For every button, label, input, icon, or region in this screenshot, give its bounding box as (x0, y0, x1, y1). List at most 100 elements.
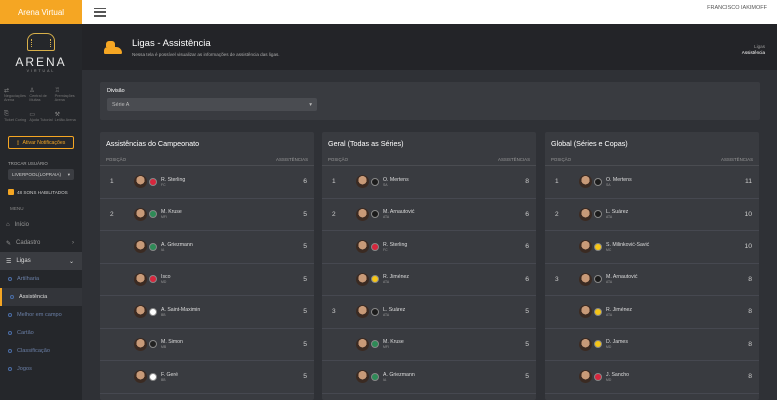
player-name: S. Milinković-Savić (606, 241, 650, 248)
top-bar: Arena Virtual FRANCISCO IAKIMOFF (0, 0, 777, 24)
player-cell: A. Griezmann IA (134, 240, 303, 254)
club-badge-icon (594, 340, 602, 349)
player-photo (579, 337, 592, 351)
user-select[interactable]: LIVERPOOL(LOPRAIA) ▾ (8, 169, 74, 180)
quick-link-ajuda[interactable]: ▭ Ajuda Tutorial (29, 106, 52, 126)
row-position: 1 (332, 178, 336, 186)
player-name: R. Sterling (161, 176, 186, 183)
player-cell: R. Jiménez ATA (579, 305, 748, 319)
table-row[interactable]: A. Griezmann IA 5 (100, 231, 314, 264)
division-filter: Divisão Série A ▾ (100, 82, 760, 120)
quick-link-premiacoes[interactable]: ♖ Premiações Arena (55, 84, 78, 104)
table-row[interactable]: M. Kruse MFI 5 (322, 329, 536, 361)
table-row[interactable]: 3 M. Arnautović ATA 8 (545, 264, 759, 296)
ticket-icon: ⎘ (4, 110, 9, 117)
player-position: IA (161, 247, 165, 252)
card-global: Global (Séries e Copas) POSIÇÃO ASSISTÊN… (545, 132, 759, 400)
table-row[interactable]: M. Simon MB 5 (100, 329, 314, 361)
club-badge-icon (371, 275, 379, 284)
menu-toggle-icon[interactable] (94, 7, 106, 17)
player-cell: R. Jiménez ATA (356, 272, 525, 286)
sounds-toggle[interactable]: 48 SONS HABILITADOS (8, 189, 74, 195)
coliseum-icon (27, 33, 55, 51)
player-name: R. Jiménez (606, 306, 632, 313)
table-row[interactable]: J. Sancho MD 8 (545, 361, 759, 394)
player-cell: R. Sterling FC (134, 175, 303, 189)
column-position: POSIÇÃO (551, 157, 572, 162)
player-cell: M. Arnautović ATA (356, 207, 525, 221)
brand-title[interactable]: Arena Virtual (0, 0, 82, 24)
assists-value: 6 (525, 243, 529, 251)
table-row[interactable]: 1 O. Mertens SA 8 (322, 166, 536, 199)
sidebar-item-cadastro[interactable]: ✎ Cadastro › (0, 234, 82, 252)
player-position: MFI (383, 345, 389, 350)
submenu-artilharia[interactable]: Artilharia (0, 270, 82, 288)
switch-user-label: TROCAR USUÁRIO (8, 161, 48, 166)
list-icon: ☰ (6, 258, 12, 265)
table-row[interactable]: 2 L. Suárez ATA 10 (545, 199, 759, 231)
division-select[interactable]: Série A ▾ (107, 98, 317, 111)
column-position: POSIÇÃO (328, 157, 349, 162)
club-badge-icon (149, 275, 157, 284)
menu-label: MENU (10, 206, 24, 211)
logo-subtext: VIRTUAL (26, 69, 56, 73)
player-cell: A. Saint-Maximin BB (134, 305, 303, 319)
checkbox-icon (8, 189, 14, 195)
sidebar-item-inicio[interactable]: ⌂ Início (0, 216, 82, 234)
submenu-assistencia[interactable]: Assistência (0, 288, 82, 306)
quick-link-leilao[interactable]: ⚒ Leilão Arena (55, 106, 78, 126)
chevron-down-icon: ▾ (67, 171, 70, 177)
table-row[interactable]: R. Jiménez ATA 6 (322, 264, 536, 296)
table-row[interactable]: Isco MD 5 (100, 264, 314, 296)
player-photo (579, 272, 592, 286)
table-row[interactable]: 1 R. Sterling FC 6 (100, 166, 314, 199)
table-header: POSIÇÃO ASSISTÊNCIAS (545, 154, 759, 166)
quick-link-multas[interactable]: ♙ Central de Multas (29, 84, 52, 104)
home-icon: ⌂ (6, 222, 10, 228)
player-photo (356, 305, 369, 319)
assists-value: 11 (744, 178, 752, 186)
table-row[interactable]: 1 O. Mertens SA 11 (545, 166, 759, 199)
player-name: F. Geré (161, 371, 179, 378)
edit-icon: ✎ (6, 240, 12, 247)
table-row[interactable]: R. Sterling FC 6 (322, 231, 536, 264)
table-row[interactable]: A. Saint-Maximin BB 5 (100, 296, 314, 329)
player-photo (356, 337, 369, 351)
column-assists: ASSISTÊNCIAS (498, 157, 530, 162)
breadcrumb: Ligas Assistência (742, 44, 765, 56)
submenu-classificacao[interactable]: Classificação (0, 342, 82, 360)
player-cell: Isco MD (134, 272, 303, 286)
submenu-cartao[interactable]: Cartão (0, 324, 82, 342)
player-name: O. Mertens (606, 176, 632, 183)
column-assists: ASSISTÊNCIAS (276, 157, 308, 162)
player-name: R. Sterling (383, 241, 408, 248)
table-row[interactable]: 2 M. Arnautović ATA 6 (322, 199, 536, 231)
main-content: Ligas - Assistência Nessa tela é possíve… (82, 24, 777, 400)
enable-notifications-button[interactable]: ▯ Ativar Notificações (8, 136, 74, 149)
club-badge-icon (594, 177, 602, 186)
table-row[interactable]: F. Geré BB 5 (100, 361, 314, 394)
submenu-jogos[interactable]: Jogos (0, 360, 82, 378)
table-row[interactable]: D. James MD 8 (545, 329, 759, 361)
table-row[interactable]: A. Griezmann IA 5 (322, 361, 536, 394)
table-row[interactable]: S. Milinković-Savić MC 10 (545, 231, 759, 264)
club-badge-icon (371, 210, 379, 219)
quick-link-negociacoes[interactable]: ⇄ Negociações Arena (4, 84, 27, 104)
quick-link-ticket[interactable]: ⎘ Ticket Coring (4, 106, 27, 126)
user-name[interactable]: FRANCISCO IAKIMOFF (707, 5, 767, 11)
sidebar-item-ligas[interactable]: ☰ Ligas ⌄ (0, 252, 82, 270)
player-position: FC (161, 182, 166, 187)
table-row[interactable]: 2 M. Kruse MFI 5 (100, 199, 314, 231)
club-badge-icon (149, 177, 157, 186)
assists-value: 5 (525, 308, 529, 316)
assists-value: 5 (303, 340, 307, 348)
page-description: Nessa tela é possível visualizar as info… (132, 51, 280, 57)
submenu-melhor-em-campo[interactable]: Melhor em campo (0, 306, 82, 324)
circle-icon (8, 277, 12, 281)
club-badge-icon (371, 372, 379, 381)
arena-logo[interactable]: ARENA VIRTUAL (0, 24, 82, 82)
club-badge-icon (371, 242, 379, 251)
player-cell: O. Mertens SA (579, 175, 745, 189)
table-row[interactable]: R. Jiménez ATA 8 (545, 296, 759, 329)
table-row[interactable]: 3 L. Suárez ATA 5 (322, 296, 536, 329)
